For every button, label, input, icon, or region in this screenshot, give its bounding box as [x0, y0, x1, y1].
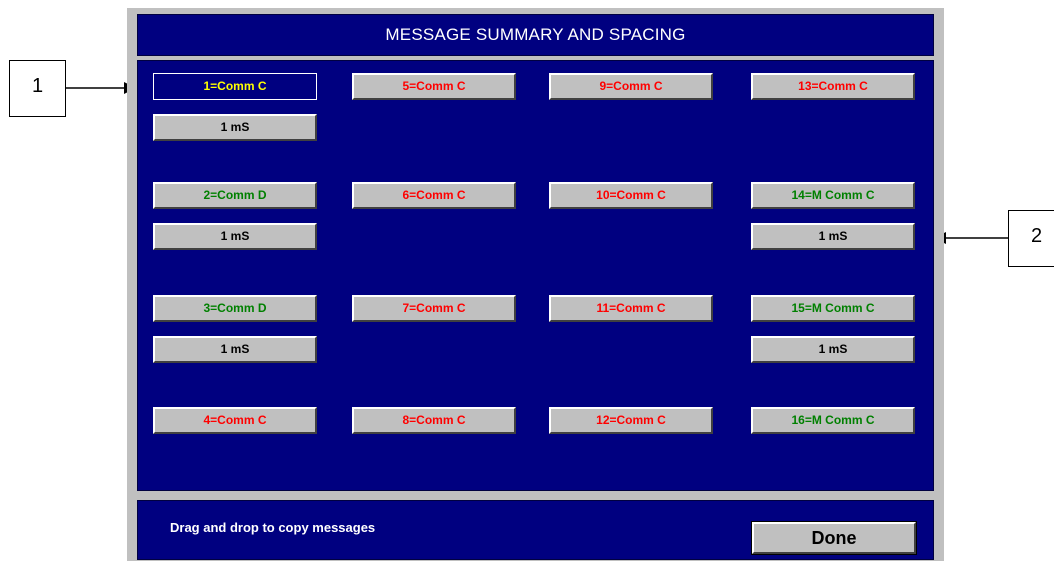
callout-2-arrow: [934, 232, 1008, 244]
spacing-button-3[interactable]: 1 mS: [153, 336, 317, 363]
spacing-button-1[interactable]: 1 mS: [153, 114, 317, 141]
footer-panel: Drag and drop to copy messages Done: [137, 500, 934, 560]
message-button-10[interactable]: 10=Comm C: [549, 182, 713, 209]
message-button-2[interactable]: 2=Comm D: [153, 182, 317, 209]
message-button-14[interactable]: 14=M Comm C: [751, 182, 915, 209]
message-button-9[interactable]: 9=Comm C: [549, 73, 713, 100]
done-button[interactable]: Done: [751, 521, 917, 555]
window-title: MESSAGE SUMMARY AND SPACING: [137, 14, 934, 56]
message-button-8[interactable]: 8=Comm C: [352, 407, 516, 434]
spacing-button-15[interactable]: 1 mS: [751, 336, 915, 363]
drag-drop-hint: Drag and drop to copy messages: [170, 520, 376, 535]
message-button-5[interactable]: 5=Comm C: [352, 73, 516, 100]
callout-1: 1: [9, 60, 66, 117]
spacing-button-2[interactable]: 1 mS: [153, 223, 317, 250]
message-button-12[interactable]: 12=Comm C: [549, 407, 713, 434]
message-button-16[interactable]: 16=M Comm C: [751, 407, 915, 434]
message-button-3[interactable]: 3=Comm D: [153, 295, 317, 322]
callout-2: 2: [1008, 210, 1054, 267]
spacing-button-14[interactable]: 1 mS: [751, 223, 915, 250]
message-button-7[interactable]: 7=Comm C: [352, 295, 516, 322]
message-button-1[interactable]: 1=Comm C: [153, 73, 317, 100]
message-button-11[interactable]: 11=Comm C: [549, 295, 713, 322]
message-button-6[interactable]: 6=Comm C: [352, 182, 516, 209]
message-button-13[interactable]: 13=Comm C: [751, 73, 915, 100]
message-grid-panel: 1=Comm C 1 mS 2=Comm D 1 mS 3=Comm D 1 m…: [137, 60, 934, 491]
message-button-15[interactable]: 15=M Comm C: [751, 295, 915, 322]
message-summary-window: MESSAGE SUMMARY AND SPACING 1=Comm C 1 m…: [127, 8, 944, 561]
message-button-4[interactable]: 4=Comm C: [153, 407, 317, 434]
